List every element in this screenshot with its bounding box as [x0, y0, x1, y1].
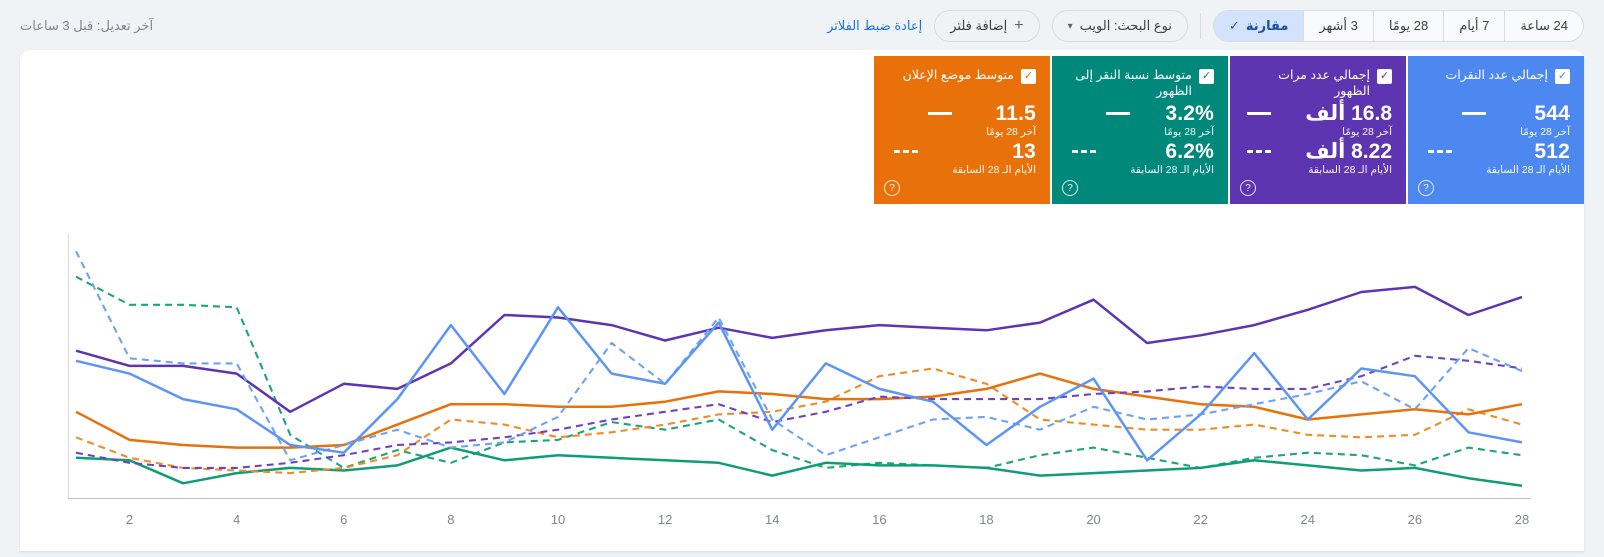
metric-cards-row: ✓ إجمالي عدد النقرات 544 آخر 28 يومًا 51…	[20, 50, 1584, 204]
date-range-compare[interactable]: مقارنة ✓	[1213, 11, 1305, 41]
x-tick-label: 18	[979, 512, 994, 527]
x-tick-label: 2	[125, 512, 134, 527]
x-tick-label: 26	[1407, 512, 1423, 527]
reset-filters-link[interactable]: إعادة ضبط الفلاتر	[827, 18, 922, 34]
dashed-line-sample-icon	[1072, 150, 1097, 154]
help-icon[interactable]: ?	[884, 180, 900, 196]
date-range-3m[interactable]: 3 أشهر	[1304, 11, 1374, 41]
impressions-current-label: آخر 28 يومًا	[1342, 126, 1392, 139]
position-current-label: آخر 28 يومًا	[986, 126, 1036, 139]
impressions-current-value: 16.8 ألف	[1305, 102, 1392, 125]
x-tick-label: 4	[233, 512, 241, 527]
date-range-3m-label: 3 أشهر	[1319, 18, 1358, 33]
help-icon[interactable]: ?	[1418, 180, 1434, 196]
clicks-previous-value: 512	[1534, 140, 1570, 164]
performance-line-chart[interactable]	[68, 228, 1530, 500]
performance-chart-area: 2 4 6 8 10 12 14 16 18 20 22 24 26 28	[68, 228, 1530, 538]
add-filter-label: إضافة فلتر	[950, 18, 1008, 33]
impressions-previous-label: الأيام الـ 28 السابقة	[1308, 164, 1392, 177]
dashed-line-sample-icon	[1428, 150, 1453, 154]
search-type-label: نوع البحث: الويب	[1079, 18, 1172, 33]
x-tick-label: 16	[872, 512, 887, 527]
x-tick-label: 28	[1514, 512, 1530, 527]
x-tick-label: 20	[1086, 512, 1101, 527]
search-type-button[interactable]: نوع البحث: الويب ▾	[1051, 10, 1188, 42]
check-icon: ✓	[1557, 69, 1568, 82]
clicks-card-title: إجمالي عدد النقرات	[1445, 68, 1548, 82]
solid-line-sample-icon	[1462, 112, 1487, 115]
chart-line-clicks-previous	[75, 250, 1523, 462]
help-icon[interactable]: ?	[1062, 180, 1078, 196]
check-icon: ✓	[1228, 18, 1240, 33]
date-range-28d[interactable]: 28 يومًا	[1374, 11, 1445, 41]
clicks-current-label: آخر 28 يومًا	[1520, 126, 1570, 139]
metric-card-ctr[interactable]: ✓ متوسط نسبة النقر إلى الظهور 3.2% آخر 2…	[1052, 56, 1228, 204]
check-icon: ✓	[1379, 69, 1390, 82]
position-card-title: متوسط موضع الإعلان	[902, 68, 1014, 82]
metric-card-impressions[interactable]: ✓ إجمالي عدد مرات الظهور 16.8 ألف آخر 28…	[1230, 56, 1406, 204]
filters-toolbar: 24 ساعة 7 أيام 28 يومًا 3 أشهر مقارنة ✓ …	[0, 0, 1604, 50]
position-current-value: 11.5	[995, 102, 1036, 125]
solid-line-sample-icon	[928, 112, 953, 115]
date-range-compare-label: مقارنة	[1245, 18, 1289, 33]
date-range-24h-label: 24 ساعة	[1520, 18, 1568, 33]
x-tick-label: 12	[657, 512, 673, 527]
ctr-current-value: 3.2%	[1165, 102, 1214, 125]
position-checkbox[interactable]: ✓	[1021, 69, 1036, 84]
check-icon: ✓	[1023, 69, 1034, 82]
clicks-previous-label: الأيام الـ 28 السابقة	[1486, 164, 1570, 177]
ctr-card-title: متوسط نسبة النقر إلى الظهور	[1075, 68, 1192, 98]
solid-line-sample-icon	[1106, 112, 1131, 115]
check-icon: ✓	[1201, 69, 1212, 82]
plus-icon: +	[1014, 17, 1024, 34]
performance-panel: ✓ إجمالي عدد النقرات 544 آخر 28 يومًا 51…	[20, 50, 1584, 551]
toolbar-divider	[1199, 13, 1201, 39]
x-tick-label: 14	[764, 512, 780, 527]
dashed-line-sample-icon	[894, 150, 919, 154]
date-range-control: 24 ساعة 7 أيام 28 يومًا 3 أشهر مقارنة ✓	[1212, 10, 1584, 42]
clicks-checkbox[interactable]: ✓	[1555, 69, 1570, 84]
ctr-current-label: آخر 28 يومًا	[1164, 126, 1214, 139]
x-tick-label: 24	[1300, 512, 1315, 527]
chart-line-impressions-previous	[75, 354, 1523, 469]
solid-line-sample-icon	[1247, 112, 1272, 115]
chart-line-ctr-previous	[75, 275, 1523, 469]
last-modified-text: آخر تعديل: قبل 3 ساعات	[20, 18, 154, 33]
chevron-down-icon: ▾	[1067, 20, 1073, 32]
x-tick-label: 8	[447, 512, 455, 527]
add-filter-button[interactable]: + إضافة فلتر	[934, 10, 1040, 42]
ctr-checkbox[interactable]: ✓	[1199, 69, 1214, 84]
date-range-24h[interactable]: 24 ساعة	[1505, 11, 1583, 41]
clicks-current-value: 544	[1534, 102, 1570, 125]
impressions-checkbox[interactable]: ✓	[1377, 69, 1392, 84]
x-tick-label: 6	[340, 512, 348, 527]
x-axis-tick-labels: 2 4 6 8 10 12 14 16 18 20 22 24 26 28	[68, 508, 1530, 538]
date-range-7d-label: 7 أيام	[1459, 18, 1490, 33]
ctr-previous-label: الأيام الـ 28 السابقة	[1130, 164, 1214, 177]
metric-card-clicks[interactable]: ✓ إجمالي عدد النقرات 544 آخر 28 يومًا 51…	[1408, 56, 1584, 204]
impressions-previous-value: 8.22 ألف	[1305, 140, 1392, 164]
metric-card-position[interactable]: ✓ متوسط موضع الإعلان 11.5 آخر 28 يومًا 1…	[874, 56, 1050, 204]
chart-line-impressions-current	[75, 285, 1523, 414]
x-tick-label: 22	[1193, 512, 1208, 527]
position-previous-value: 13	[1012, 140, 1036, 164]
impressions-card-title: إجمالي عدد مرات الظهور	[1278, 68, 1370, 98]
ctr-previous-value: 6.2%	[1165, 140, 1214, 164]
dashed-line-sample-icon	[1247, 150, 1272, 154]
date-range-7d[interactable]: 7 أيام	[1444, 11, 1506, 41]
help-icon[interactable]: ?	[1240, 180, 1256, 196]
position-previous-label: الأيام الـ 28 السابقة	[952, 164, 1036, 177]
chart-line-position-previous	[75, 367, 1523, 475]
date-range-28d-label: 28 يومًا	[1388, 18, 1429, 33]
x-tick-label: 10	[550, 512, 566, 527]
